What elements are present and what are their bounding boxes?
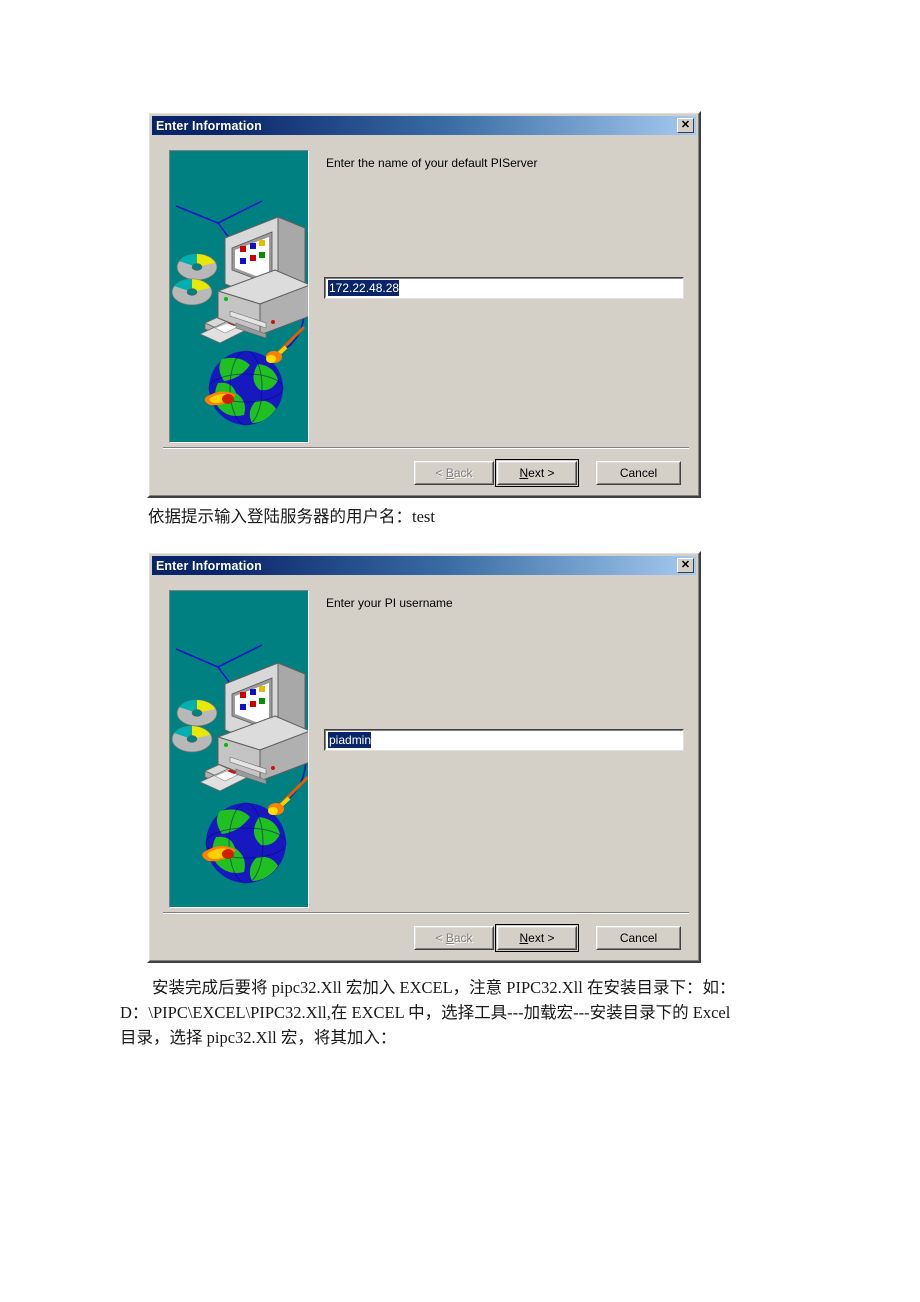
close-button[interactable]: ✕ bbox=[677, 558, 694, 573]
pi-username-input[interactable]: piadmin bbox=[324, 729, 684, 751]
dialog2-separator bbox=[163, 912, 689, 914]
installer-artwork bbox=[170, 151, 308, 442]
dialog1-separator bbox=[163, 447, 689, 449]
closing-paragraph-line-3: 目录，选择 pipc32.Xll 宏，将其加入： bbox=[120, 1028, 397, 1047]
dialog2-titlebar[interactable]: Enter Information ✕ bbox=[152, 556, 696, 575]
next-button-label: Next > bbox=[519, 931, 555, 945]
closing-paragraph-line-2: D：\PIPC\EXCEL\PIPC32.Xll,在 EXCEL 中，选择工具-… bbox=[120, 1003, 731, 1022]
cancel-button-label: Cancel bbox=[619, 931, 658, 945]
caption-between-dialogs: 依据提示输入登陆服务器的用户名：test bbox=[148, 507, 435, 526]
next-button-bevel: Next > bbox=[498, 927, 576, 949]
next-button-bevel: Next > bbox=[498, 462, 576, 484]
back-button-bevel: < Back bbox=[415, 462, 493, 484]
cancel-button-bevel: Cancel bbox=[597, 462, 680, 484]
installer-graphic-panel bbox=[169, 590, 309, 908]
next-button[interactable]: Next > bbox=[495, 459, 579, 487]
close-icon: ✕ bbox=[680, 119, 691, 131]
dialog2-prompt: Enter your PI username bbox=[326, 596, 453, 610]
dialog-enter-information-username: Enter Information ✕ Enter your PI userna… bbox=[147, 551, 701, 963]
next-button[interactable]: Next > bbox=[495, 924, 579, 952]
server-name-input-inner[interactable]: 172.22.48.28 bbox=[325, 278, 683, 298]
dialog1-title: Enter Information bbox=[156, 118, 262, 133]
server-name-input[interactable]: 172.22.48.28 bbox=[324, 277, 684, 299]
back-button-label: < Back bbox=[435, 466, 473, 480]
pi-username-input-inner[interactable]: piadmin bbox=[325, 730, 683, 750]
back-button-bevel: < Back bbox=[415, 927, 493, 949]
dialog1-prompt: Enter the name of your default PIServer bbox=[326, 156, 538, 170]
back-button[interactable]: < Back bbox=[414, 461, 494, 485]
close-icon: ✕ bbox=[680, 559, 691, 571]
closing-paragraph-line-1: 安装完成后要将 pipc32.Xll 宏加入 EXCEL，注意 PIPC32.X… bbox=[152, 978, 736, 997]
dialog2-title: Enter Information bbox=[156, 558, 262, 573]
cancel-button-bevel: Cancel bbox=[597, 927, 680, 949]
cancel-button[interactable]: Cancel bbox=[596, 926, 681, 950]
next-button-label: Next > bbox=[519, 466, 555, 480]
close-button[interactable]: ✕ bbox=[677, 118, 694, 133]
closing-paragraph: 安装完成后要将 pipc32.Xll 宏加入 EXCEL，注意 PIPC32.X… bbox=[120, 975, 800, 1050]
dialog1-titlebar[interactable]: Enter Information ✕ bbox=[152, 116, 696, 135]
pi-username-value: piadmin bbox=[328, 732, 372, 748]
document-page: www.bdocx.com Enter Information ✕ bbox=[0, 0, 920, 1302]
cancel-button[interactable]: Cancel bbox=[596, 461, 681, 485]
installer-graphic-panel bbox=[169, 150, 309, 443]
back-button[interactable]: < Back bbox=[414, 926, 494, 950]
server-name-value: 172.22.48.28 bbox=[328, 280, 400, 296]
cancel-button-label: Cancel bbox=[619, 466, 658, 480]
back-button-label: < Back bbox=[435, 931, 473, 945]
installer-artwork bbox=[170, 591, 308, 907]
dialog-enter-information-server: Enter Information ✕ Enter the name of yo… bbox=[147, 111, 701, 498]
